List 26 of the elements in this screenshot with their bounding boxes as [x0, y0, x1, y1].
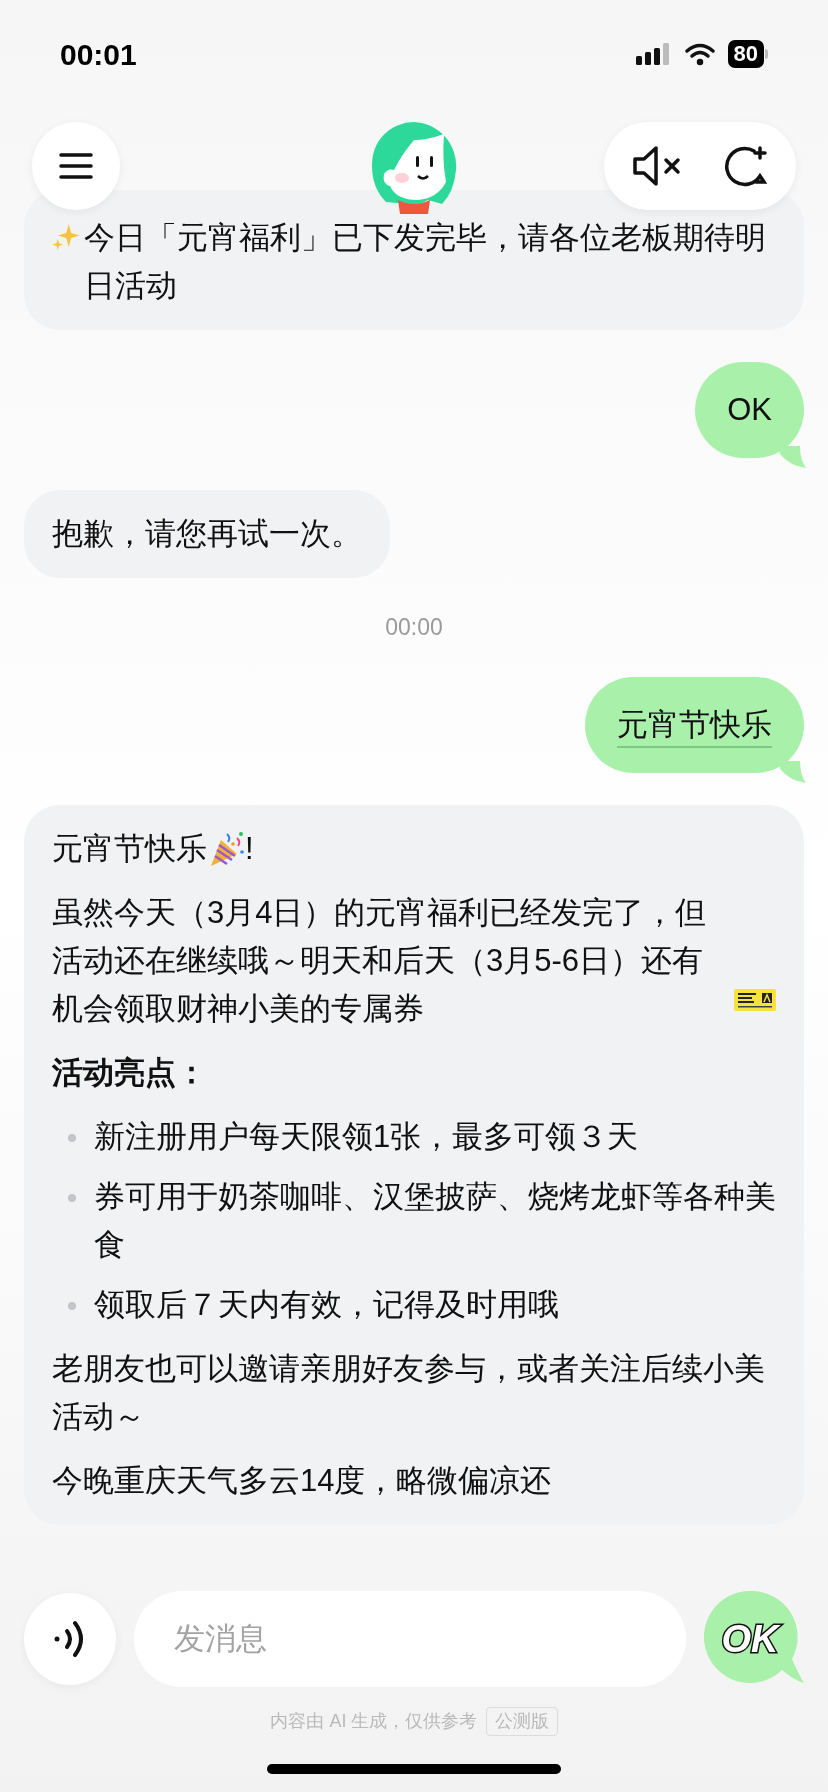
message-text: 今日「元宵福利」已下发完毕，请各位老板期待明日活动 — [84, 219, 767, 305]
wifi-icon — [683, 42, 716, 66]
beta-tag: 公测版 — [485, 1707, 558, 1736]
message-text: 抱歉，请您再试一次。 — [52, 515, 362, 553]
ok-logo-button[interactable]: OK — [704, 1591, 804, 1687]
status-time: 00:01 — [60, 36, 137, 73]
message-text: 元宵节快乐 — [617, 706, 772, 748]
message-text: OK — [727, 392, 772, 427]
signal-icon — [635, 42, 672, 66]
bullet-text: 新注册用户每天限领1张，最多可领３天 — [94, 1117, 639, 1156]
bullet-text: 领取后７天内有效，记得及时用哦 — [94, 1285, 559, 1324]
chat-plus-icon — [724, 144, 768, 188]
timestamp: 00:00 — [385, 613, 443, 642]
message-text: 老朋友也可以邀请亲朋好友参与，或者关注后续小美活动～ — [52, 1349, 766, 1436]
exclamation-text: ! — [245, 829, 254, 868]
message-text: 今晚重庆天气多云14度，略微偏凉还 — [52, 1461, 553, 1500]
ai-disclaimer: 内容由 AI 生成，仅供参考 — [270, 1710, 478, 1733]
menu-icon — [59, 152, 93, 180]
message-title: 元宵节快乐 — [52, 829, 207, 868]
message-input[interactable]: 发消息 — [134, 1591, 686, 1687]
ticket-icon — [734, 986, 776, 1013]
new-chat-button[interactable] — [724, 144, 768, 188]
section-heading: 活动亮点： — [52, 1053, 208, 1092]
bullet-text: 券可用于奶茶咖啡、汉堡披萨、烧烤龙虾等各种美食 — [94, 1177, 776, 1264]
message-text: 虽然今天（3月4日）的元宵福利已经发完了，但活动还在继续哦～明天和后天（3月5-6日）还有机会领取财神小美的专属券 — [52, 893, 708, 1028]
sparkle-icon — [52, 224, 80, 250]
